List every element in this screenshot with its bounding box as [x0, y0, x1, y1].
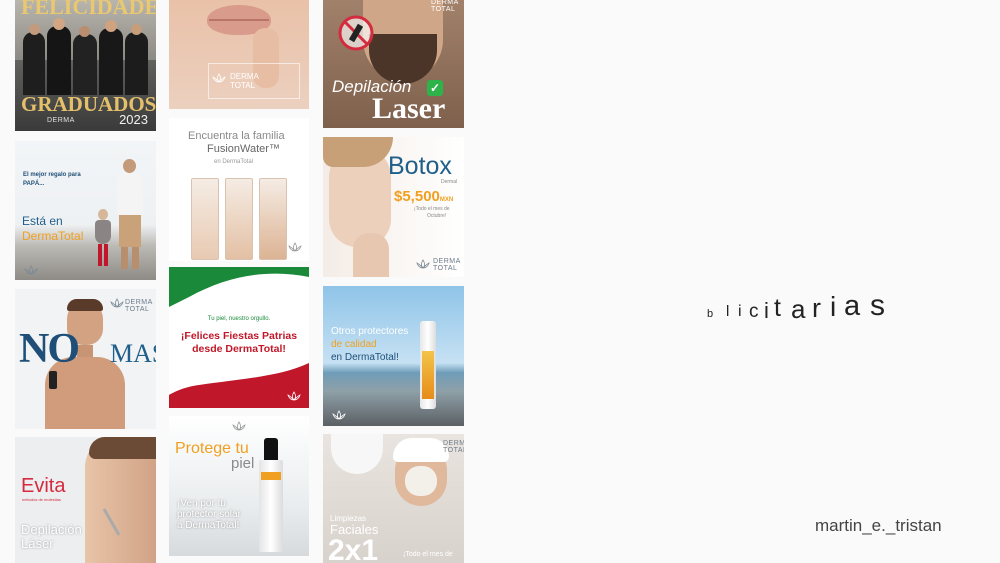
- brand-logo: DERMATOTAL: [443, 440, 464, 454]
- headline-letter: r: [812, 293, 821, 323]
- limpiezas-big: 2x1: [328, 534, 379, 563]
- towel-left: [331, 434, 383, 474]
- papa-line1: El mejor regalo para: [23, 172, 81, 178]
- protege-body1: ¡Ven por tu: [177, 498, 226, 509]
- ad-fiestas-patrias[interactable]: Tu piel, nuestro orgullo. ¡Felices Fiest…: [169, 267, 309, 408]
- no-razor-icon: [338, 15, 374, 51]
- botox-title: Botox: [388, 152, 452, 180]
- lotus-logo-icon: [232, 421, 246, 431]
- headline-letter: i: [764, 298, 769, 323]
- graduados-year: 2023: [119, 112, 148, 127]
- protege-body2: protector solar: [177, 509, 241, 520]
- no-text: NO: [19, 326, 80, 372]
- headline-letter: a: [791, 294, 806, 324]
- protege-line2: piel: [231, 455, 255, 472]
- patrias-line3: desde DermaTotal!: [192, 343, 286, 355]
- evita-line1: Depilación: [21, 522, 82, 537]
- graduates-group: [23, 18, 148, 95]
- patrias-line2: ¡Felices Fiestas Patrias: [180, 330, 298, 342]
- spray-cap: [264, 438, 278, 460]
- headline-letter: t: [774, 294, 781, 322]
- child-figure: [93, 209, 113, 271]
- papa-line3: Está en: [22, 214, 63, 228]
- botox-note2: Octubre!: [427, 213, 447, 219]
- headline-letter: s: [870, 289, 885, 322]
- product-bottle-2: [225, 178, 253, 260]
- protector-line2: de calidad: [331, 339, 377, 350]
- ad-graduados[interactable]: FELICIDADES GRADUADOS 2023 DERMA: [15, 0, 156, 131]
- ad-protectores[interactable]: Otros protectores de calidad en DermaTot…: [323, 286, 464, 426]
- evita-sub: métodos de molestias: [22, 497, 61, 502]
- botox-price: $5,500MXN: [394, 188, 454, 205]
- headline-letter: l: [726, 303, 730, 320]
- papa-line4: DermaTotal: [22, 229, 84, 243]
- spray-bottle: [259, 460, 283, 552]
- papa-line2: PAPÁ...: [23, 181, 45, 187]
- headline-letter: i: [830, 291, 837, 322]
- botox-note1: ¡Todo el mes de: [414, 206, 450, 212]
- brand-logo: DERMA: [47, 117, 75, 124]
- depilacion-line2: Laser: [372, 92, 446, 125]
- protector-line3: en DermaTotal!: [331, 352, 399, 363]
- ad-regalo-papa[interactable]: El mejor regalo para PAPÁ... Está en Der…: [15, 141, 156, 280]
- towel-right: [393, 438, 449, 462]
- fusion-line1: Encuentra la familia: [188, 130, 285, 142]
- felicidades-title: FELICIDADES: [21, 0, 156, 19]
- father-figure: [115, 159, 145, 269]
- patrias-line1: Tu piel, nuestro orgullo.: [207, 316, 271, 322]
- limpiezas-note: ¡Todo el mes de: [403, 551, 453, 558]
- lotus-logo-icon: [110, 298, 124, 308]
- brand-logo: DERMATOTAL: [433, 258, 461, 272]
- headline-letter: b: [707, 308, 714, 320]
- lips-line: [209, 19, 269, 21]
- ad-labios[interactable]: DERMA TOTAL: [169, 0, 309, 109]
- woman-hand: [353, 233, 389, 277]
- lotus-logo-icon: [416, 259, 430, 269]
- headline-scatter: b l i c i t a r i a s: [700, 288, 900, 328]
- ad-botox[interactable]: Botox Dermal $5,500MXN ¡Todo el mes de O…: [323, 137, 464, 277]
- ad-limpiezas-faciales[interactable]: DERMATOTAL Limpiezas Faciales 2x1 ¡Todo …: [323, 434, 464, 563]
- brand-logo: DERMATOTAL: [230, 72, 259, 90]
- lotus-logo-icon: [287, 391, 301, 401]
- mas-text: MAS: [110, 339, 156, 368]
- fusion-line3: en DermaTotal: [214, 159, 254, 165]
- botox-sub: Dermal: [441, 179, 458, 185]
- ad-no-mas[interactable]: NO MAS DERMATOTAL: [15, 289, 156, 429]
- protege-body3: a DermaTotal!: [177, 520, 240, 531]
- hair: [89, 437, 156, 459]
- product-bottle-3: [259, 178, 287, 260]
- ad-evita[interactable]: Evita métodos de molestias Depilación Lá…: [15, 437, 156, 563]
- author-handle: martin_e._tristan: [815, 516, 942, 535]
- ad-protege-piel[interactable]: Protege tu piel ¡Ven por tu protector so…: [169, 416, 309, 556]
- face-mask: [405, 466, 437, 496]
- sunscreen-bottle: [420, 321, 436, 409]
- ad-fusionwater[interactable]: Encuentra la familia FusionWater™ en Der…: [169, 118, 309, 261]
- headline-letter: i: [738, 303, 742, 320]
- product-bottle-1: [191, 178, 219, 260]
- brand-logo: DERMATOTAL: [125, 299, 153, 313]
- protector-line1: Otros protectores: [331, 326, 409, 337]
- brand-logo: DERMATOTAL: [431, 0, 459, 13]
- lotus-logo-icon: [24, 265, 38, 275]
- headline-letter: c: [749, 301, 759, 322]
- ad-depilacion-laser[interactable]: DERMA TOTAL Depilación ✓ Laser: [323, 0, 464, 128]
- evita-line2: Láser: [21, 536, 54, 551]
- headline-letter: a: [844, 290, 861, 322]
- lotus-logo-icon: [288, 242, 302, 252]
- lotus-logo-icon: [212, 73, 226, 83]
- fusion-line2: FusionWater™: [207, 143, 280, 155]
- lotus-logo-icon: [332, 410, 346, 420]
- evita-title: Evita: [21, 475, 66, 497]
